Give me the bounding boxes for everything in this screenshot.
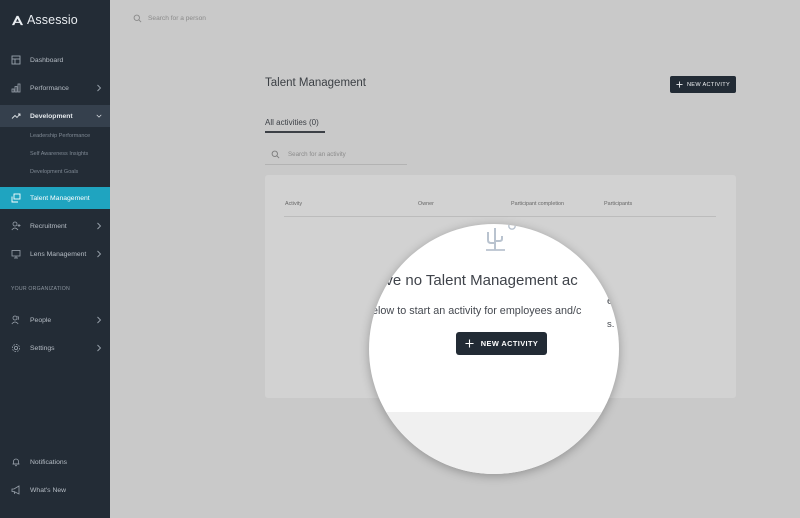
magnifier-lower-band: [369, 412, 619, 474]
zoom-magnifier: ave no Talent Management ac et elow to s…: [369, 224, 619, 474]
new-activity-button-label: NEW ACTIVITY: [686, 81, 731, 88]
sidebar-item-people[interactable]: People: [0, 309, 110, 331]
search-icon: [271, 150, 280, 159]
sidebar-item-whats-new[interactable]: What's New: [0, 479, 110, 501]
search-icon: [133, 14, 142, 23]
sidebar-subitem-self-awareness-insights[interactable]: Self Awareness Insights: [30, 151, 88, 157]
plus-icon: [465, 339, 474, 348]
new-activity-button-large-label: NEW ACTIVITY: [480, 339, 539, 348]
sidebar-item-label: Talent Management: [30, 194, 90, 202]
brand-name: Assessio: [27, 13, 78, 27]
chevron-right-icon: [97, 84, 102, 92]
users-icon: [11, 315, 20, 325]
user-plus-icon: [11, 221, 21, 231]
chevron-right-icon: [97, 344, 102, 352]
sidebar-item-performance[interactable]: Performance: [0, 77, 110, 99]
sidebar-item-label: What's New: [30, 486, 67, 494]
sidebar-subitem-development-goals[interactable]: Development Goals: [30, 169, 78, 175]
tab-all-activities[interactable]: All activities (0): [265, 118, 319, 127]
empty-state-text-fragment: s.: [607, 319, 615, 330]
sidebar-item-dashboard[interactable]: Dashboard: [0, 49, 110, 71]
activity-search-input[interactable]: Search for an activity: [265, 147, 407, 165]
sidebar-subitem-leadership-performance[interactable]: Leadership Performance: [30, 133, 90, 139]
empty-state-text-fragment: et: [607, 295, 616, 307]
empty-state-title: ave no Talent Management ac: [377, 272, 578, 289]
new-activity-button[interactable]: NEW ACTIVITY: [670, 76, 736, 93]
sidebar-item-label: Settings: [30, 344, 55, 352]
section-label-your-organization: YOUR ORGANIZATION: [11, 286, 70, 292]
column-header-participants[interactable]: Participants: [604, 201, 632, 207]
brand-logo[interactable]: Assessio: [11, 13, 78, 27]
bell-icon: [12, 458, 20, 467]
sidebar-item-label: People: [30, 316, 52, 324]
gear-icon: [12, 344, 20, 352]
sidebar-item-label: Recruitment: [30, 222, 67, 230]
chevron-right-icon: [97, 250, 102, 258]
sidebar-item-settings[interactable]: Settings: [0, 337, 110, 359]
sidebar-item-talent-management[interactable]: Talent Management: [0, 187, 110, 209]
page-title: Talent Management: [265, 77, 367, 89]
sidebar-item-label: Lens Management: [30, 250, 87, 258]
layers-icon: [11, 193, 21, 203]
chevron-right-icon: [97, 222, 102, 230]
column-header-participant-completion[interactable]: Participant completion: [511, 201, 564, 207]
sidebar-item-lens-management[interactable]: Lens Management: [0, 243, 110, 265]
dashboard-icon: [11, 55, 21, 65]
new-activity-button-large[interactable]: NEW ACTIVITY: [456, 332, 547, 355]
sidebar-item-label: Dashboard: [30, 56, 64, 64]
table-header-divider: [284, 216, 716, 217]
tab-active-indicator: [265, 131, 325, 133]
plus-icon: [676, 81, 683, 88]
sidebar-item-label: Development: [30, 112, 73, 120]
sidebar-item-notifications[interactable]: Notifications: [0, 451, 110, 473]
sidebar-item-label: Performance: [30, 84, 69, 92]
bar-chart-icon: [11, 83, 21, 93]
trend-icon: [11, 113, 21, 119]
sidebar-item-recruitment[interactable]: Recruitment: [0, 215, 110, 237]
person-search-placeholder: Search for a person: [148, 15, 206, 22]
sidebar-item-development[interactable]: Development: [0, 105, 110, 127]
sidebar: Assessio Dashboard Performance Developme…: [0, 0, 110, 518]
sidebar-item-label: Notifications: [30, 458, 68, 466]
column-header-activity[interactable]: Activity: [285, 201, 302, 207]
assessio-logo-icon: [11, 15, 24, 25]
chevron-down-icon: [96, 114, 102, 118]
megaphone-icon: [11, 485, 20, 495]
column-header-owner[interactable]: Owner: [418, 201, 434, 207]
cactus-illustration-icon: [486, 224, 516, 251]
empty-state-subtitle: elow to start an activity for employees …: [372, 305, 582, 317]
person-search[interactable]: Search for a person: [133, 14, 206, 23]
chevron-right-icon: [97, 316, 102, 324]
activity-search-placeholder: Search for an activity: [288, 151, 346, 158]
monitor-icon: [11, 250, 21, 259]
